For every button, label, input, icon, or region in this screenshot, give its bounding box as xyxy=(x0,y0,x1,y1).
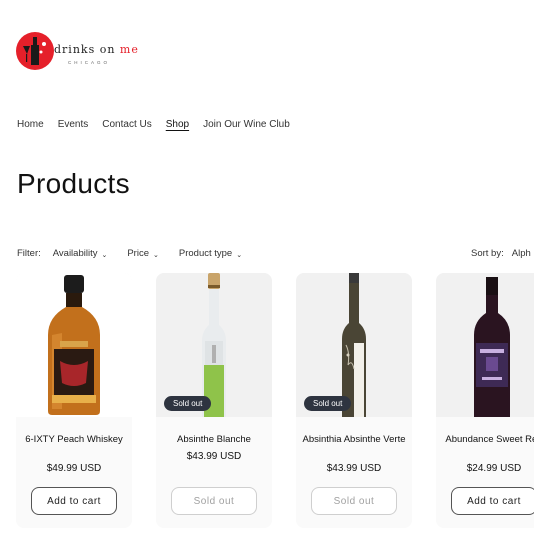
logo-subtitle: CHICAGO xyxy=(68,60,111,65)
nav-home[interactable]: Home xyxy=(17,119,44,130)
sold-out-button: Sold out xyxy=(171,487,257,515)
page-title: Products xyxy=(17,168,130,199)
filter-availability[interactable]: Availability ⌄ xyxy=(53,248,108,259)
logo-wordmark: drinks on me xyxy=(54,43,139,56)
product-name[interactable]: 6-IXTY Peach Whiskey xyxy=(20,434,128,446)
sort-value: Alph xyxy=(511,248,531,259)
product-image[interactable] xyxy=(16,273,132,417)
product-card[interactable]: Abundance Sweet Red $24.99 USD Add to ca… xyxy=(436,273,534,528)
product-price: $24.99 USD xyxy=(466,463,522,474)
sort-control[interactable]: Sort by: Alph xyxy=(471,248,531,259)
chevron-down-icon: ⌄ xyxy=(101,251,108,259)
filter-bar: Filter: Availability ⌄ Price ⌄ Product t… xyxy=(17,248,262,259)
whiskey-bottle-image xyxy=(48,275,100,415)
brand-logo[interactable]: drinks on me CHICAGO xyxy=(16,32,138,76)
sold-out-badge: Sold out xyxy=(164,396,212,411)
product-card[interactable]: Sold out Absinthe Blanche $43.99 USD Sol… xyxy=(156,273,272,528)
product-name[interactable]: Abundance Sweet Red xyxy=(440,434,534,446)
product-name[interactable]: Absinthe Blanche xyxy=(160,434,268,446)
nav-contact-us[interactable]: Contact Us xyxy=(102,119,151,130)
filter-price[interactable]: Price ⌄ xyxy=(127,248,159,259)
sold-out-badge: Sold out xyxy=(304,396,352,411)
filter-availability-label: Availability xyxy=(52,248,98,259)
sort-label: Sort by: xyxy=(471,248,504,259)
wine-bottle-image xyxy=(474,277,510,417)
product-card[interactable]: Sold out Absinthia Absinthe Verte $43.99… xyxy=(296,273,412,528)
chevron-down-icon: ⌄ xyxy=(153,251,159,259)
bottle-glass-icon xyxy=(23,37,46,65)
main-nav: Home Events Contact Us Shop Join Our Win… xyxy=(17,119,304,130)
logo-main-text: drinks on me xyxy=(54,43,139,56)
nav-shop[interactable]: Shop xyxy=(166,119,189,130)
nav-join-wine-club[interactable]: Join Our Wine Club xyxy=(203,119,290,130)
add-to-cart-button[interactable]: Add to cart xyxy=(451,487,534,515)
sold-out-button: Sold out xyxy=(311,487,397,515)
filter-label: Filter: xyxy=(17,248,41,259)
product-image[interactable] xyxy=(436,273,534,417)
logo-accent-text: me xyxy=(119,43,139,56)
product-name[interactable]: Absinthia Absinthe Verte xyxy=(300,434,408,446)
logo-emblem xyxy=(16,32,54,70)
product-price: $49.99 USD xyxy=(46,463,102,474)
add-to-cart-button[interactable]: Add to cart xyxy=(31,487,117,515)
filter-product-type-label: Product type xyxy=(178,248,233,259)
product-price: $43.99 USD xyxy=(186,451,242,462)
product-price: $43.99 USD xyxy=(326,463,382,474)
chevron-down-icon: ⌄ xyxy=(236,251,243,259)
filter-price-label: Price xyxy=(127,248,149,259)
filter-product-type[interactable]: Product type ⌄ xyxy=(179,248,242,259)
nav-events[interactable]: Events xyxy=(58,119,89,130)
product-card[interactable]: 6-IXTY Peach Whiskey $49.99 USD Add to c… xyxy=(16,273,132,528)
